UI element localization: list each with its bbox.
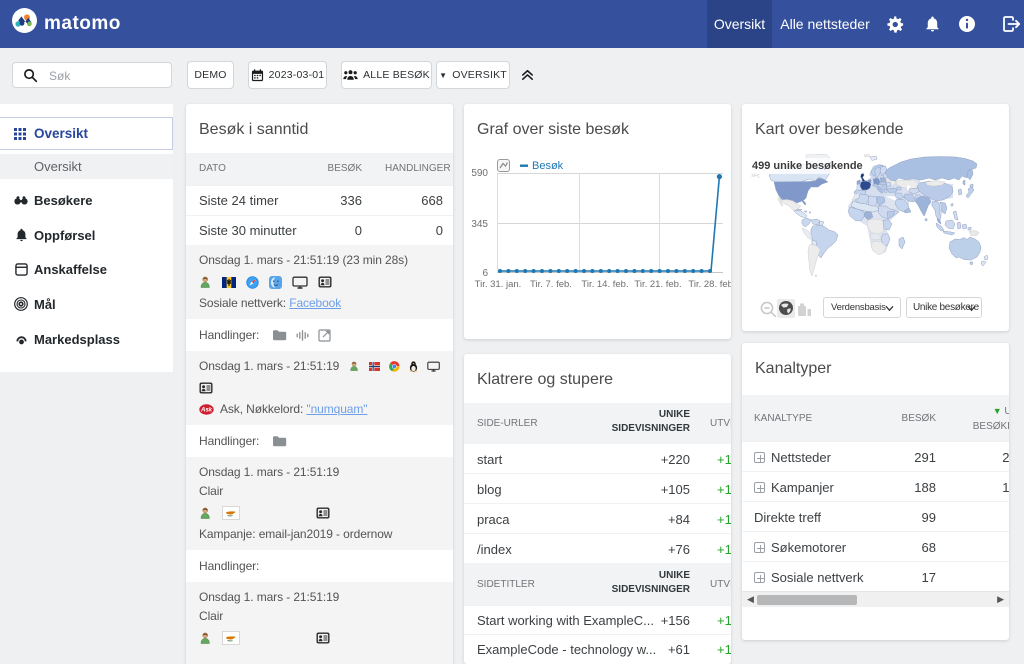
svg-text:Tir. 28. feb.: Tir. 28. feb. — [688, 279, 731, 290]
svg-text:590: 590 — [471, 168, 488, 179]
svg-text:Ask: Ask — [200, 407, 213, 414]
svg-text:Tir. 21. feb.: Tir. 21. feb. — [634, 279, 681, 290]
svg-text:Besøk: Besøk — [532, 160, 564, 172]
svg-text:Tir. 31. jan.: Tir. 31. jan. — [475, 279, 522, 290]
svg-text:Tir. 7. feb.: Tir. 7. feb. — [530, 279, 572, 290]
svg-text:6: 6 — [482, 268, 488, 279]
svg-text:345: 345 — [471, 219, 488, 230]
svg-text:Tir. 14. feb.: Tir. 14. feb. — [581, 279, 628, 290]
